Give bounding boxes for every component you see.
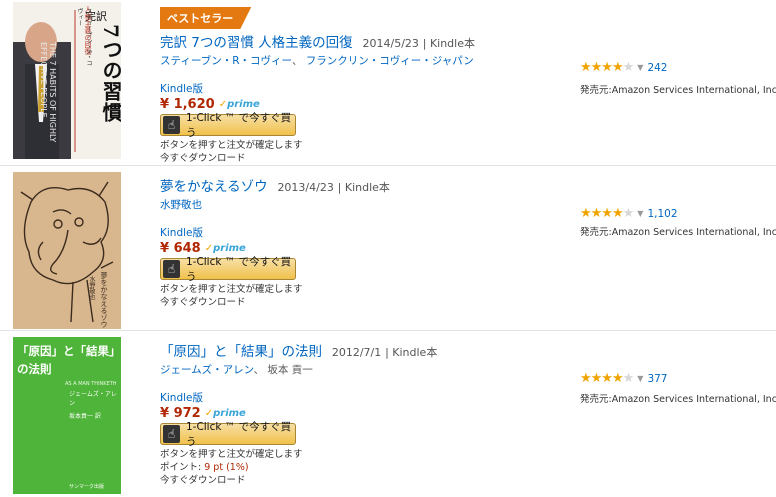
cover-author: スティーブン・R・コヴィー — [76, 8, 92, 67]
authors: スティーブン・R・コヴィー、 フランクリン・コヴィー・ジャパン — [160, 53, 475, 68]
hand-pointer-icon: ☝ — [163, 116, 180, 134]
release-date: 2014/5/23 — [362, 37, 419, 50]
title-line: 夢をかなえるゾウ 2013/4/23 | Kindle本 — [160, 175, 390, 195]
purchase-note: ボタンを押すと注文が確定します 今すぐダウンロード — [160, 139, 475, 165]
rating: ★★★★★ ▼ 1,102 — [580, 206, 678, 221]
separator: | — [337, 181, 345, 194]
product-type: Kindle本 — [429, 37, 475, 50]
prime-label: prime — [213, 243, 246, 254]
book-title-link[interactable]: 夢をかなえるゾウ — [160, 179, 268, 195]
translator-name: 坂本 貢一 — [267, 364, 313, 376]
bestseller-badge: ベストセラー — [160, 7, 252, 29]
star-rating-icon[interactable]: ★★★★★ — [580, 371, 634, 386]
product-type: Kindle本 — [392, 346, 438, 359]
points-value: 9 pt — [204, 462, 224, 473]
cover-title: 夢をかなえるゾウ — [100, 272, 108, 328]
caret-down-icon[interactable]: ▼ — [637, 374, 643, 383]
prime-label: prime — [213, 408, 246, 419]
title-line: 「原因」と「結果」の法則 2012/7/1 | Kindle本 — [160, 340, 437, 360]
result-info: 「原因」と「結果」の法則 2012/7/1 | Kindle本 ジェームズ・アレ… — [160, 340, 437, 487]
cover-author: 水野敬也 — [88, 276, 95, 300]
one-click-buy-button[interactable]: ☝ 1-Click ™ で今すぐ買う — [160, 256, 296, 283]
seller-info: 発売元:Amazon Services International, Inc. — [580, 394, 776, 405]
separator: | — [422, 37, 430, 50]
confirm-note: ボタンを押すと注文が確定します — [160, 140, 303, 151]
release-date: 2013/4/23 — [277, 181, 334, 194]
book-cover-dream-elephant[interactable]: 夢をかなえるゾウ 水野敬也 — [13, 172, 121, 329]
points-label: ポイント: — [160, 462, 202, 473]
purchase-note: ボタンを押すと注文が確定します 今すぐダウンロード — [160, 283, 390, 309]
prime-check-icon: ✓ — [218, 99, 228, 110]
seller-info: 発売元:Amazon Services International, Inc. — [580, 85, 776, 96]
cover-title-line2: の法則 — [17, 362, 52, 376]
result-info: ベストセラー 完訳 7つの習慣 人格主義の回復 2014/5/23 | Kind… — [160, 7, 475, 165]
format-link[interactable]: Kindle版 — [160, 225, 390, 240]
book-cover-cause-effect[interactable]: 「原因」と「結果」 の法則 AS A MAN THINKETH ジェームズ・アレ… — [13, 337, 121, 494]
seller-info: 発売元:Amazon Services International, Inc. — [580, 227, 776, 238]
confirm-note: ボタンを押すと注文が確定します — [160, 284, 303, 295]
cover-publisher: サンマーク出版 — [69, 484, 105, 490]
prime-badge: ✓prime — [205, 408, 246, 419]
author-separator: 、 — [253, 364, 268, 376]
format-link[interactable]: Kindle版 — [160, 390, 437, 405]
author-link[interactable]: フランクリン・コヴィー・ジャパン — [306, 55, 474, 67]
one-click-label: 1-Click ™ で今すぐ買う — [185, 256, 292, 283]
points-note: ポイント: 9 pt (1%) — [160, 461, 437, 474]
prime-check-icon: ✓ — [204, 243, 214, 254]
cover-english: AS A MAN THINKETH — [65, 381, 117, 387]
review-count-link[interactable]: 242 — [647, 62, 667, 74]
authors: 水野敬也 — [160, 197, 390, 212]
search-result-row: 完訳 人格主義の回復 スティーブン・R・コヴィー 7つの習慣 THE 7 HAB… — [0, 0, 776, 165]
author-link[interactable]: スティーブン・R・コヴィー — [160, 55, 292, 67]
prime-badge: ✓prime — [219, 99, 260, 110]
review-count-link[interactable]: 1,102 — [647, 208, 677, 220]
download-note: 今すぐダウンロード — [160, 475, 246, 486]
search-result-row: 夢をかなえるゾウ 水野敬也 夢をかなえるゾウ 2013/4/23 | Kindl… — [0, 165, 776, 331]
rating: ★★★★★ ▼ 377 — [580, 371, 667, 386]
author-link[interactable]: ジェームズ・アレン — [160, 364, 254, 376]
cover-author: ジェームズ・アレン — [69, 391, 117, 407]
download-note: 今すぐダウンロード — [160, 153, 246, 164]
cover-title: 7つの習慣 — [99, 24, 121, 123]
purchase-note: ボタンを押すと注文が確定します ポイント: 9 pt (1%) 今すぐダウンロー… — [160, 448, 437, 487]
rating: ★★★★★ ▼ 242 — [580, 60, 667, 75]
one-click-label: 1-Click ™ で今すぐ買う — [185, 112, 292, 139]
caret-down-icon[interactable]: ▼ — [637, 209, 643, 218]
format-link[interactable]: Kindle版 — [160, 81, 475, 96]
product-type: Kindle本 — [344, 181, 390, 194]
book-title-link[interactable]: 完訳 7つの習慣 人格主義の回復 — [160, 35, 353, 51]
hand-pointer-icon: ☝ — [163, 260, 180, 278]
download-note: 今すぐダウンロード — [160, 297, 246, 308]
search-result-row: 「原因」と「結果」 の法則 AS A MAN THINKETH ジェームズ・アレ… — [0, 330, 776, 497]
release-date: 2012/7/1 — [331, 346, 382, 359]
confirm-note: ボタンを押すと注文が確定します — [160, 449, 303, 460]
prime-check-icon: ✓ — [204, 408, 214, 419]
caret-down-icon[interactable]: ▼ — [637, 63, 643, 72]
star-rating-icon[interactable]: ★★★★★ — [580, 60, 634, 75]
cover-title-line1: 「原因」と「結果」 — [17, 344, 121, 358]
review-count-link[interactable]: 377 — [647, 373, 667, 385]
prime-badge: ✓prime — [205, 243, 246, 254]
one-click-label: 1-Click ™ で今すぐ買う — [185, 421, 292, 448]
cover-translator: 坂本貢一 訳 — [69, 413, 101, 420]
one-click-buy-button[interactable]: ☝ 1-Click ™ で今すぐ買う — [160, 112, 296, 139]
book-cover-7-habits[interactable]: 完訳 人格主義の回復 スティーブン・R・コヴィー 7つの習慣 THE 7 HAB… — [13, 2, 121, 159]
book-title-link[interactable]: 「原因」と「結果」の法則 — [160, 344, 322, 360]
star-rating-icon[interactable]: ★★★★★ — [580, 206, 634, 221]
hand-pointer-icon: ☝ — [163, 425, 180, 443]
author-separator: 、 — [291, 55, 306, 67]
author-link[interactable]: 水野敬也 — [160, 199, 202, 211]
one-click-buy-button[interactable]: ☝ 1-Click ™ で今すぐ買う — [160, 421, 296, 448]
points-percent: (1%) — [226, 462, 249, 473]
title-line: 完訳 7つの習慣 人格主義の回復 2014/5/23 | Kindle本 — [160, 31, 475, 51]
authors: ジェームズ・アレン、 坂本 貢一 — [160, 362, 437, 377]
result-info: 夢をかなえるゾウ 2013/4/23 | Kindle本 水野敬也 Kindle… — [160, 175, 390, 309]
prime-label: prime — [227, 99, 260, 110]
cover-english: THE 7 HABITS OF HIGHLY EFFECTIVE PEOPLE — [39, 42, 57, 143]
